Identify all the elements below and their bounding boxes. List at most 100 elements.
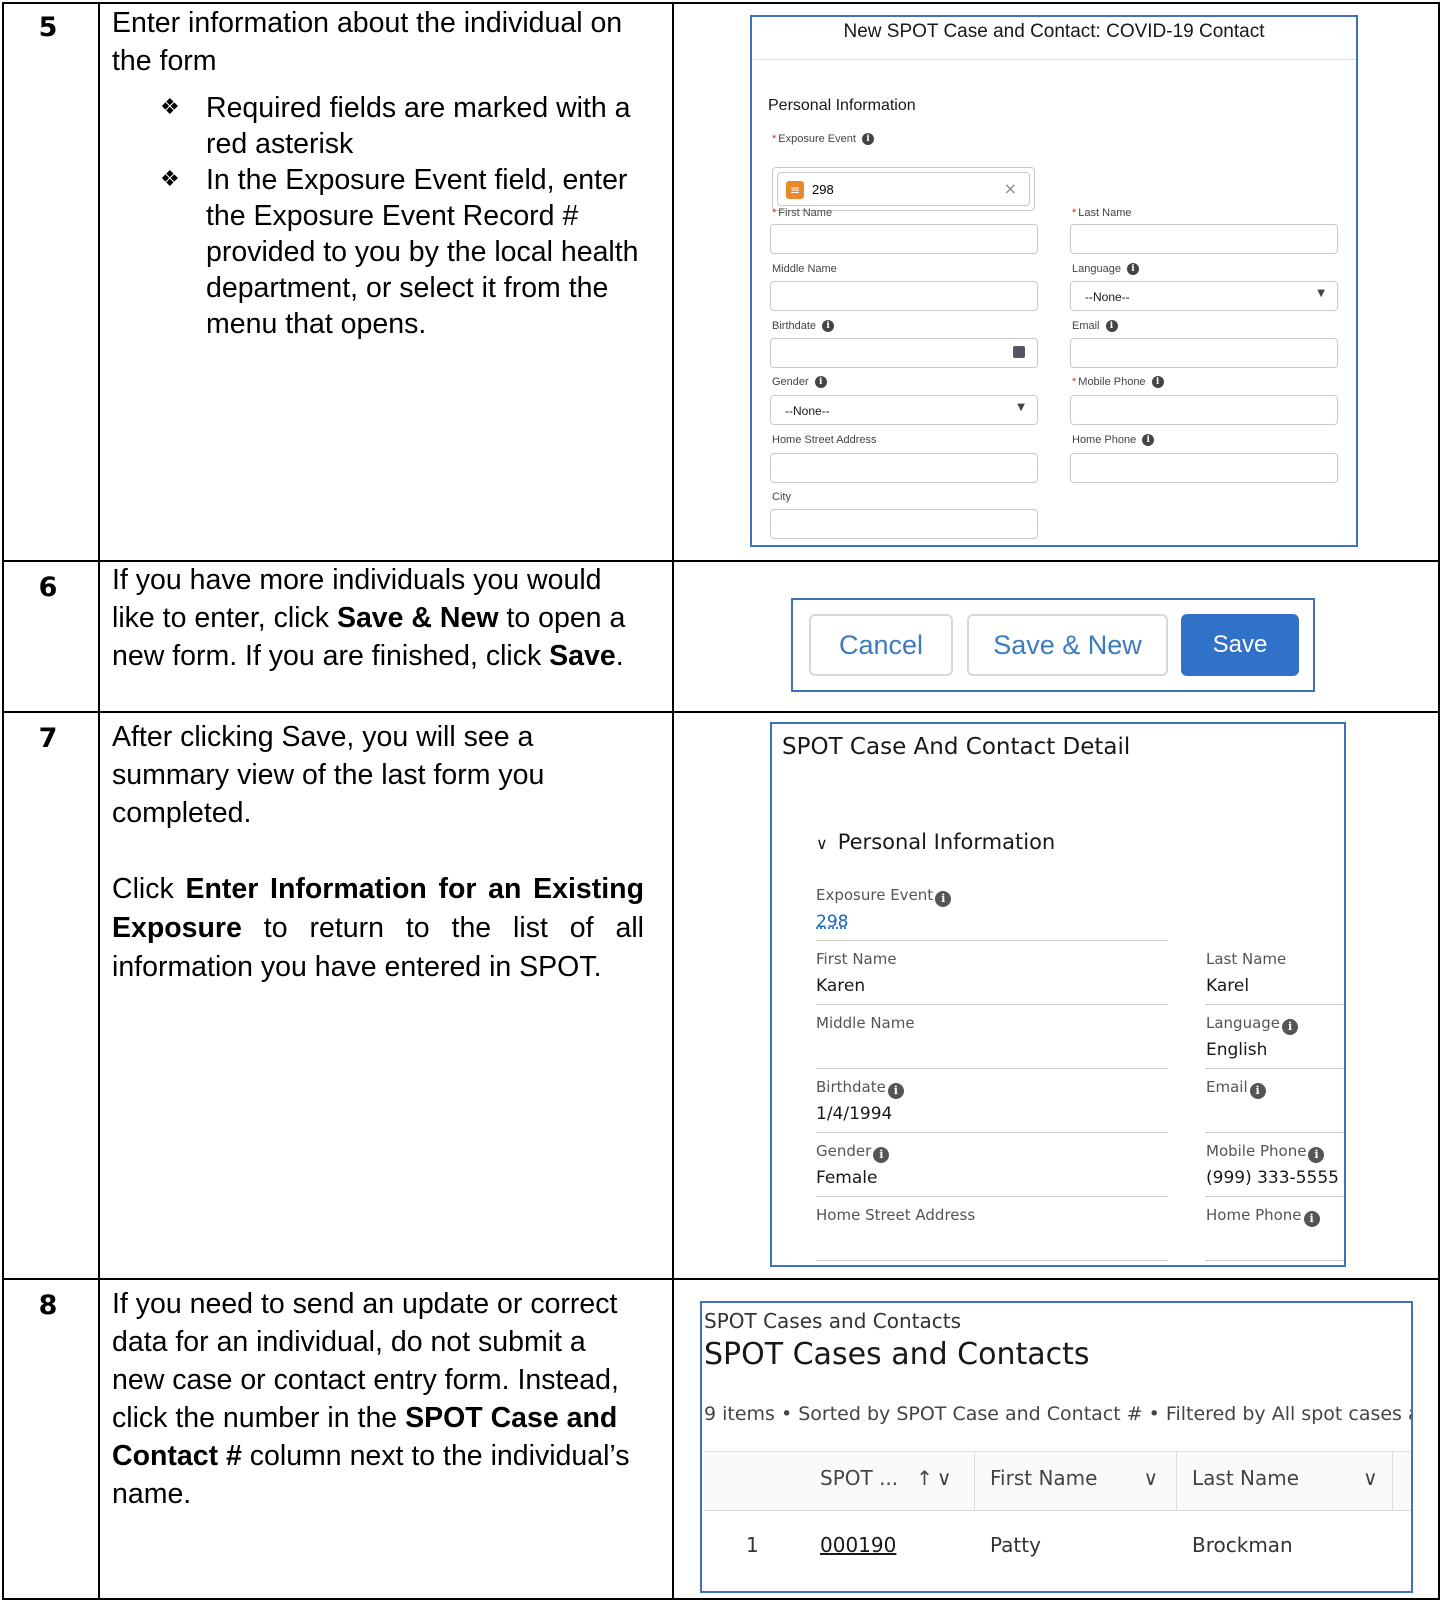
gender-value: --None-- [785, 404, 830, 418]
home-street-address-input[interactable] [770, 453, 1038, 483]
bullet-text: In the Exposure Event field, enter the E… [206, 164, 639, 340]
column-divider [1392, 1452, 1393, 1510]
middle-name-input[interactable] [770, 281, 1038, 311]
home-phone-label: Home Phone i [1072, 434, 1155, 447]
diamond-bullet-icon: ❖ [160, 95, 180, 120]
list-meta: 9 items • Sorted by SPOT Case and Contac… [704, 1403, 1413, 1425]
last-name-value: Karel [1206, 976, 1250, 996]
middle-name-label: Middle Name [816, 1014, 915, 1032]
field-divider [816, 1132, 1168, 1133]
sort-ascending-icon[interactable]: ↑ [916, 1466, 933, 1490]
chevron-down-icon: ▼ [1017, 402, 1025, 413]
list-title: SPOT Cases and Contacts [704, 1337, 1090, 1372]
gender-value: Female [816, 1168, 878, 1188]
save-emphasis: Save [549, 640, 616, 672]
step-7-instructions: After clicking Save, you will see a summ… [112, 718, 644, 987]
spot-case-number-link[interactable]: 000190 [820, 1533, 896, 1557]
home-street-address-label: Home Street Address [816, 1206, 976, 1224]
birthdate-input[interactable] [770, 338, 1038, 368]
exposure-event-link[interactable]: 298 [816, 912, 848, 932]
mobile-phone-label: Mobile Phone i [1206, 1142, 1325, 1163]
home-phone-input[interactable] [1070, 453, 1338, 483]
city-input[interactable] [770, 509, 1038, 539]
calendar-icon[interactable] [1013, 346, 1025, 358]
step-5-bullets: ❖ Required fields are marked with a red a… [112, 90, 644, 342]
column-header-spot-number[interactable]: SPOT ... ↑ ∨ [820, 1466, 952, 1490]
table-header: SPOT ... ↑ ∨ First Name ∨ Last Name ∨ [704, 1451, 1411, 1511]
exposure-event-pill[interactable]: ≡ 298 × [777, 172, 1030, 206]
field-divider [1206, 1004, 1344, 1005]
info-icon: i [887, 1083, 904, 1099]
step-7-text: After clicking Save, you will see a summ… [112, 721, 545, 829]
bullet-text: Required fields are marked with a red as… [206, 92, 631, 160]
mobile-phone-label: * Mobile Phone i [1072, 376, 1164, 389]
chevron-down-icon: ▼ [1317, 288, 1325, 299]
required-asterisk: * [772, 133, 777, 145]
first-name-value: Karen [816, 976, 866, 996]
cancel-button[interactable]: Cancel [809, 614, 953, 676]
required-asterisk: * [1072, 207, 1077, 219]
row-divider [2, 1278, 1440, 1280]
last-name-label: * Last Name [1072, 207, 1132, 219]
city-label: City [772, 491, 791, 503]
field-divider [816, 1260, 1168, 1261]
case-list-screenshot: SPOT Cases and Contacts SPOT Cases and C… [700, 1301, 1413, 1593]
clear-icon[interactable]: × [1004, 179, 1017, 198]
language-select[interactable]: --None-- ▼ [1070, 281, 1338, 311]
mobile-phone-input[interactable] [1070, 395, 1338, 425]
list-item: ❖ In the Exposure Event field, enter the … [160, 162, 644, 342]
exposure-event-label: Exposure Event i [816, 886, 952, 907]
email-input[interactable] [1070, 338, 1338, 368]
info-icon: i [1249, 1083, 1266, 1099]
section-header[interactable]: ∨ Personal Information [816, 830, 1055, 854]
first-name-label: First Name [816, 950, 897, 968]
column-divider [672, 2, 674, 1600]
field-divider [816, 1068, 1168, 1069]
gender-select[interactable]: --None-- ▼ [770, 395, 1038, 425]
row-divider [2, 711, 1440, 713]
info-icon: i [1308, 1147, 1325, 1163]
exposure-event-value: 298 [812, 182, 834, 197]
language-value: English [1206, 1040, 1268, 1060]
save-and-new-button[interactable]: Save & New [967, 614, 1168, 676]
field-divider [816, 940, 1168, 941]
last-name-input[interactable] [1070, 224, 1338, 254]
info-icon: i [822, 320, 835, 333]
chevron-down-icon[interactable]: ∨ [937, 1466, 952, 1490]
diamond-bullet-icon: ❖ [160, 167, 180, 192]
field-divider [816, 1004, 1168, 1005]
info-icon: i [861, 133, 874, 146]
list-item: ❖ Required fields are marked with a red a… [160, 90, 644, 162]
required-asterisk: * [772, 207, 777, 219]
row-index: 1 [746, 1533, 759, 1557]
breadcrumb[interactable]: SPOT Cases and Contacts [704, 1309, 961, 1333]
chevron-down-icon[interactable]: ∨ [1363, 1466, 1378, 1490]
info-icon: i [814, 376, 827, 389]
column-header-last-name[interactable]: Last Name ∨ [1192, 1466, 1378, 1490]
table-border-right [1438, 2, 1440, 1600]
step-number: 8 [38, 1290, 58, 1321]
gender-label: Gender i [772, 376, 827, 389]
step-5-text: Enter information about the individual o… [112, 7, 623, 77]
first-name-label: * First Name [772, 207, 833, 219]
table-row: 1 000190 Patty Brockman [704, 1511, 1411, 1585]
info-icon: i [1282, 1019, 1299, 1035]
exposure-event-lookup[interactable]: ≡ 298 × [772, 167, 1035, 211]
form-title: New SPOT Case and Contact: COVID-19 Cont… [752, 17, 1356, 60]
step-number: 6 [38, 572, 58, 603]
save-button[interactable]: Save [1181, 614, 1299, 676]
birthdate-value: 1/4/1994 [816, 1104, 893, 1124]
info-icon: i [1126, 263, 1139, 276]
birthdate-label: Birthdate i [816, 1078, 904, 1099]
chevron-down-icon[interactable]: ∨ [1143, 1466, 1158, 1490]
column-header-first-name[interactable]: First Name ∨ [990, 1466, 1158, 1490]
language-value: --None-- [1085, 290, 1130, 304]
column-divider [1176, 1452, 1177, 1510]
first-name-cell: Patty [990, 1533, 1041, 1557]
field-divider [1206, 1196, 1344, 1197]
detail-title: SPOT Case And Contact Detail [782, 734, 1131, 760]
form-buttons-screenshot: Cancel Save & New Save [791, 598, 1315, 692]
language-label: Language i [1206, 1014, 1299, 1035]
first-name-input[interactable] [770, 224, 1038, 254]
exposure-event-label: * Exposure Event i [772, 133, 874, 146]
